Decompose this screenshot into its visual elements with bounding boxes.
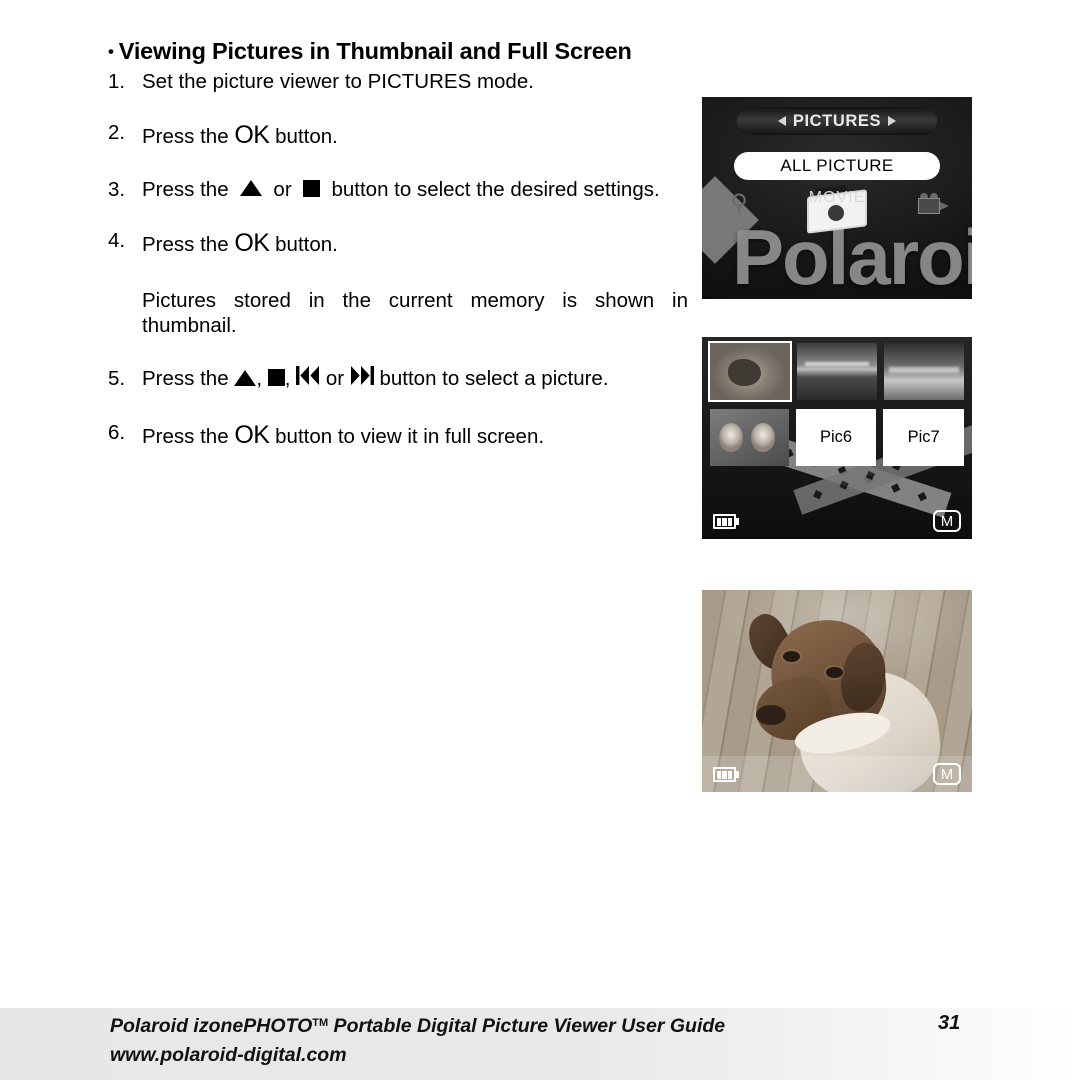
thumbnail-cell-pic7[interactable]: Pic7 — [883, 409, 964, 466]
step-4-text: Press the OK button. — [142, 228, 688, 259]
ok-button-glyph: OK — [234, 121, 270, 150]
step-2-number: 2. — [108, 121, 126, 145]
step-4-text-before: Press the — [142, 232, 229, 256]
memory-badge: M — [933, 510, 961, 532]
page-number: 31 — [938, 1012, 961, 1034]
thumbnail-row — [708, 341, 964, 402]
movie-lens — [940, 202, 949, 210]
next-track-icon — [350, 366, 374, 391]
step-6: 6. Press the OK button to view it in ful… — [108, 420, 688, 451]
thumbnail-label-pic6: Pic6 — [819, 428, 853, 446]
battery-icon — [713, 767, 739, 782]
step-3-joiner: or — [273, 177, 292, 201]
step-3-text: Press the or button to select the desire… — [142, 177, 688, 202]
step-2-text: Press the OK button. — [142, 120, 688, 151]
left-arrow-icon[interactable] — [777, 116, 786, 126]
thumbnail-row: Pic6 Pic7 — [710, 409, 964, 466]
step-2-text-before: Press the — [142, 125, 229, 149]
menu-mode-label: MOVIE — [808, 189, 866, 206]
step-3-text-after: button to select the desired settings. — [331, 177, 660, 201]
step-5-text-after: button to select a picture. — [379, 367, 609, 391]
movie-camera-icon — [918, 193, 950, 217]
step-note-text: Pictures stored in the current memory is… — [142, 289, 688, 338]
thumbnail-image-night-1 — [797, 343, 877, 400]
step-6-number: 6. — [108, 421, 126, 445]
step-6-text-after: button to view it in full screen. — [275, 425, 545, 449]
step-5-joiner: or — [325, 367, 345, 391]
instructions-column: • Viewing Pictures in Thumbnail and Full … — [108, 38, 688, 451]
step-3: 3. Press the or button to select the des… — [108, 177, 688, 202]
footer-line-2: www.polaroid-digital.com — [110, 1044, 347, 1067]
battery-icon — [713, 514, 739, 529]
menu-title-bar: PICTURES — [737, 107, 937, 135]
footer-guide-name: Portable Digital Picture Viewer User Gui… — [328, 1015, 726, 1037]
step-4: 4. Press the OK button. — [108, 228, 688, 259]
step-5-text: Press the , , or button to select a pict… — [142, 366, 609, 391]
zoom-icon: ⚲ — [730, 190, 748, 217]
footer-line-1: Polaroid izonePHOTOTM Portable Digital P… — [110, 1012, 990, 1041]
ok-button-glyph: OK — [234, 228, 270, 257]
thumbnail-cell-selected[interactable] — [708, 341, 792, 402]
footer: Polaroid izonePHOTOTM Portable Digital P… — [110, 1012, 990, 1071]
manual-page: • Viewing Pictures in Thumbnail and Full … — [0, 0, 1080, 1080]
menu-title-text: PICTURES — [792, 111, 882, 130]
step-5: 5. Press the , , or button to select a p… — [108, 366, 688, 392]
up-triangle-icon — [240, 180, 263, 197]
step-1-number: 1. — [108, 70, 126, 94]
thumbnail-label-pic7: Pic7 — [907, 428, 940, 446]
dog-eye-right — [826, 666, 843, 678]
menu-selected-option-label: ALL PICTURE — [780, 156, 894, 175]
screenshot-full-screen-view: M — [702, 590, 972, 792]
screenshot-pictures-menu: Polaroid ⚲ MOVIE PICTURES ALL PICTURE — [702, 97, 972, 299]
thumbnail-image-kids — [710, 409, 789, 466]
osd-strip — [702, 756, 972, 792]
thumbnail-cell[interactable] — [710, 409, 789, 466]
trademark-icon: TM — [312, 1017, 329, 1029]
thumbnail-grid: Pic6 Pic7 — [708, 341, 964, 475]
step-5-number: 5. — [108, 367, 126, 391]
step-4-number: 4. — [108, 228, 126, 252]
stop-square-icon — [267, 369, 285, 387]
ok-button-glyph: OK — [234, 421, 270, 450]
page-title-text: Viewing Pictures in Thumbnail and Full S… — [118, 38, 632, 64]
step-5-text-before: Press the — [142, 367, 229, 391]
stop-square-icon — [303, 179, 321, 197]
step-6-text-before: Press the — [142, 425, 229, 449]
camera-lens — [828, 205, 844, 221]
thumbnail-cell[interactable] — [884, 343, 964, 400]
step-6-text: Press the OK button to view it in full s… — [142, 420, 688, 451]
bullet-icon: • — [108, 42, 114, 61]
movie-body — [918, 198, 940, 214]
thumbnail-image-dog — [710, 343, 790, 400]
step-3-number: 3. — [108, 177, 126, 201]
step-note: Pictures stored in the current memory is… — [108, 288, 688, 338]
screenshot-thumbnail-grid: Pic6 Pic7 M — [702, 337, 972, 539]
menu-mode-row: ⚲ MOVIE — [702, 185, 972, 239]
dog-nose — [756, 705, 786, 726]
page-title: • Viewing Pictures in Thumbnail and Full … — [108, 38, 688, 65]
step-3-text-before: Press the — [142, 177, 229, 201]
memory-badge: M — [933, 763, 961, 785]
right-arrow-icon[interactable] — [888, 116, 897, 126]
step-4-text-after: button. — [275, 232, 338, 256]
dog-eye-left — [783, 650, 800, 662]
step-2: 2. Press the OK button. — [108, 120, 688, 151]
step-2-text-after: button. — [275, 125, 338, 149]
menu-selected-option[interactable]: ALL PICTURE — [734, 152, 940, 180]
thumbnail-cell[interactable] — [797, 343, 877, 400]
up-triangle-icon — [234, 369, 257, 386]
thumbnail-cell-pic6[interactable]: Pic6 — [795, 409, 877, 466]
footer-product-name: Polaroid izonePHOTO — [110, 1015, 313, 1037]
previous-track-icon — [296, 366, 320, 391]
thumbnail-image-night-2 — [884, 343, 964, 400]
step-1: 1. Set the picture viewer to PICTURES mo… — [108, 69, 688, 94]
step-1-text: Set the picture viewer to PICTURES mode. — [142, 70, 534, 94]
